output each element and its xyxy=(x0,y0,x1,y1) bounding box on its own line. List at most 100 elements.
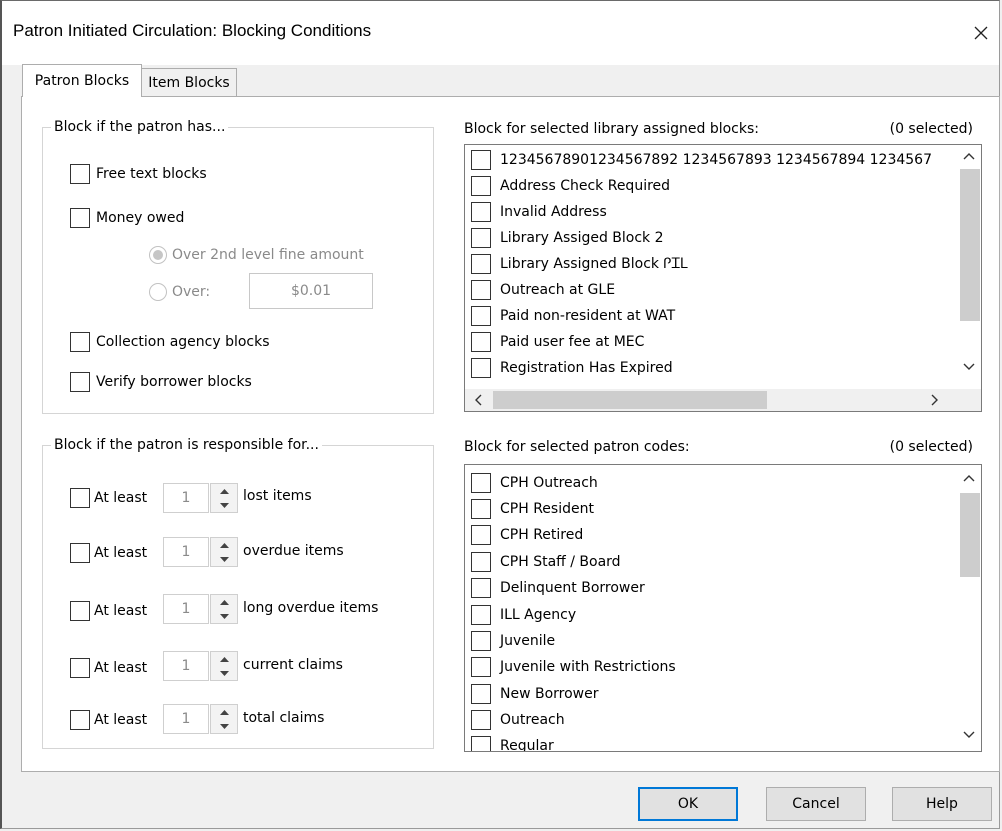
list-item-checkbox[interactable] xyxy=(471,473,491,493)
overdue-items-count[interactable]: 1 xyxy=(163,537,209,567)
list-item[interactable]: 12345678901234567892 1234567893 12345678… xyxy=(471,147,932,173)
spin-down-icon[interactable] xyxy=(211,552,237,566)
library-blocks-vscroll[interactable] xyxy=(957,145,981,389)
list-item-checkbox[interactable] xyxy=(471,605,491,625)
library-blocks-hscroll-thumb[interactable] xyxy=(493,391,767,409)
list-item[interactable]: Outreach xyxy=(471,707,565,733)
list-item-label: Juvenile xyxy=(500,633,556,649)
list-item[interactable]: Juvenile with Restrictions xyxy=(471,654,676,680)
spin-down-icon[interactable] xyxy=(211,609,237,623)
library-blocks-vscroll-thumb[interactable] xyxy=(960,169,980,321)
list-item[interactable]: CPH Outreach xyxy=(471,470,598,496)
over-2nd-level-radio[interactable] xyxy=(149,246,167,264)
list-item-checkbox[interactable] xyxy=(471,358,491,378)
list-item-checkbox[interactable] xyxy=(471,280,491,300)
cancel-button[interactable]: Cancel xyxy=(766,787,866,821)
list-item-checkbox[interactable] xyxy=(471,332,491,352)
list-item-checkbox[interactable] xyxy=(471,499,491,519)
list-item[interactable]: Outreach at GLE xyxy=(471,277,615,303)
list-item-checkbox[interactable] xyxy=(471,578,491,598)
list-item[interactable]: CPH Resident xyxy=(471,496,594,522)
list-item-checkbox[interactable] xyxy=(471,710,491,730)
library-blocks-hscroll[interactable] xyxy=(465,389,981,411)
list-item-checkbox[interactable] xyxy=(471,684,491,704)
list-item-checkbox[interactable] xyxy=(471,736,491,751)
long-overdue-items-count[interactable]: 1 xyxy=(163,594,209,624)
list-item-checkbox[interactable] xyxy=(471,306,491,326)
list-item-checkbox[interactable] xyxy=(471,525,491,545)
list-item-checkbox[interactable] xyxy=(471,202,491,222)
current-claims-count[interactable]: 1 xyxy=(163,651,209,681)
current-claims-spinner[interactable] xyxy=(210,651,238,681)
scroll-down-icon[interactable] xyxy=(957,355,981,377)
lost-items-checkbox[interactable] xyxy=(70,488,90,508)
list-item[interactable]: CPH Staff / Board xyxy=(471,549,621,575)
list-item[interactable]: CPH Retired xyxy=(471,522,583,548)
patron-codes-vscroll[interactable] xyxy=(957,465,981,751)
spin-down-icon[interactable] xyxy=(211,498,237,512)
tab-patron-blocks[interactable]: Patron Blocks xyxy=(22,64,142,97)
list-item[interactable]: ILL Agency xyxy=(471,602,576,628)
scroll-down-icon[interactable] xyxy=(957,721,981,747)
total-claims-spinner[interactable] xyxy=(210,704,238,734)
overdue-items-spinner[interactable] xyxy=(210,537,238,567)
collection-agency-checkbox[interactable] xyxy=(70,332,90,352)
scroll-up-icon[interactable] xyxy=(957,465,981,491)
lost-items-count[interactable]: 1 xyxy=(163,483,209,513)
long-overdue-items-checkbox[interactable] xyxy=(70,601,90,621)
list-item-checkbox[interactable] xyxy=(471,631,491,651)
list-item[interactable]: Juvenile xyxy=(471,628,555,654)
list-item[interactable]: Paid user fee at MEC xyxy=(471,329,644,355)
money-owed-checkbox[interactable] xyxy=(70,208,90,228)
spin-up-icon[interactable] xyxy=(211,705,237,719)
long-overdue-items-spinner[interactable] xyxy=(210,594,238,624)
close-button[interactable] xyxy=(963,15,999,51)
spin-up-icon[interactable] xyxy=(211,484,237,498)
list-item[interactable]: Regular xyxy=(471,733,554,751)
help-button[interactable]: Help xyxy=(892,787,992,821)
scroll-up-icon[interactable] xyxy=(957,145,981,167)
over-amount-radio[interactable] xyxy=(149,283,167,301)
total-claims-checkbox[interactable] xyxy=(70,710,90,730)
list-item-label: Address Check Required xyxy=(500,178,671,194)
list-item-checkbox[interactable] xyxy=(471,150,491,170)
title-bar: Patron Initiated Circulation: Blocking C… xyxy=(2,1,999,65)
list-item[interactable]: New Borrower xyxy=(471,681,599,707)
list-item[interactable]: Registration Has Expired xyxy=(471,355,673,381)
total-claims-count[interactable]: 1 xyxy=(163,704,209,734)
spin-up-icon[interactable] xyxy=(211,595,237,609)
list-item[interactable]: Invalid Address xyxy=(471,199,607,225)
library-blocks-list[interactable]: 12345678901234567892 1234567893 12345678… xyxy=(464,144,982,412)
scroll-right-icon[interactable] xyxy=(921,389,947,411)
list-item[interactable]: Library Assiged Block 2 xyxy=(471,225,664,251)
patron-codes-vscroll-thumb[interactable] xyxy=(960,493,980,577)
list-item-checkbox[interactable] xyxy=(471,254,491,274)
spin-up-icon[interactable] xyxy=(211,652,237,666)
list-item[interactable]: Address Check Required xyxy=(471,173,670,199)
library-blocks-count: (0 selected) xyxy=(889,121,973,137)
list-item-checkbox[interactable] xyxy=(471,228,491,248)
free-text-blocks-checkbox[interactable] xyxy=(70,164,90,184)
current-claims-label: current claims xyxy=(243,657,343,673)
current-claims-checkbox[interactable] xyxy=(70,658,90,678)
tab-item-blocks[interactable]: Item Blocks xyxy=(141,68,237,96)
patron-codes-list[interactable]: CPH Outreach CPH Resident CPH Retired CP… xyxy=(464,464,982,752)
over-amount-value: $0.01 xyxy=(290,283,332,299)
list-item[interactable]: Delinquent Borrower xyxy=(471,575,645,601)
list-item-checkbox[interactable] xyxy=(471,552,491,572)
ok-button[interactable]: OK xyxy=(638,787,738,821)
spin-down-icon[interactable] xyxy=(211,719,237,733)
verify-borrower-checkbox[interactable] xyxy=(70,372,90,392)
overdue-items-checkbox[interactable] xyxy=(70,543,90,563)
over-amount-input[interactable]: $0.01 xyxy=(249,273,373,309)
lost-items-spinner[interactable] xyxy=(210,483,238,513)
spin-up-icon[interactable] xyxy=(211,538,237,552)
list-item-checkbox[interactable] xyxy=(471,657,491,677)
list-item[interactable]: Library Assigned Block ᎵᏆᏞ xyxy=(471,251,689,277)
list-item-checkbox[interactable] xyxy=(471,176,491,196)
long-overdue-items-label: long overdue items xyxy=(243,600,379,616)
spin-down-icon[interactable] xyxy=(211,666,237,680)
collection-agency-label: Collection agency blocks xyxy=(96,334,270,350)
scroll-left-icon[interactable] xyxy=(465,389,491,411)
list-item[interactable]: Paid non-resident at WAT xyxy=(471,303,675,329)
